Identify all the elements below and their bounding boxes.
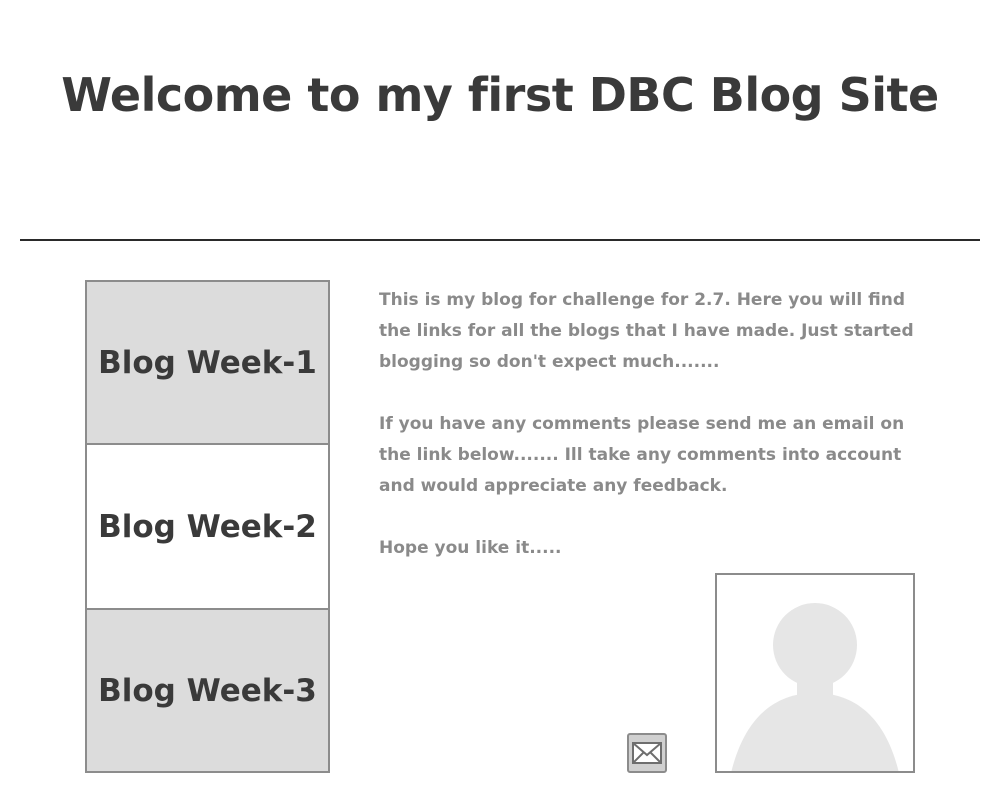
blog-week-2-link[interactable]: Blog Week-2 bbox=[85, 443, 330, 610]
intro-paragraph-1: This is my blog for challenge for 2.7. H… bbox=[379, 290, 914, 372]
blog-nav: Blog Week-1 Blog Week-2 Blog Week-3 bbox=[85, 280, 330, 773]
page-title: Welcome to my first DBC Blog Site bbox=[61, 68, 939, 122]
envelope-icon bbox=[632, 742, 662, 764]
person-silhouette-icon bbox=[731, 603, 899, 771]
email-link-button[interactable] bbox=[627, 733, 667, 773]
blog-week-1-link[interactable]: Blog Week-1 bbox=[85, 280, 330, 445]
intro-paragraph-3: Hope you like it..... bbox=[379, 538, 562, 558]
avatar bbox=[715, 573, 915, 773]
blog-week-3-link[interactable]: Blog Week-3 bbox=[85, 608, 330, 773]
intro-text: This is my blog for challenge for 2.7. H… bbox=[379, 285, 919, 595]
intro-paragraph-2: If you have any comments please send me … bbox=[379, 414, 905, 496]
header-divider bbox=[20, 239, 980, 241]
